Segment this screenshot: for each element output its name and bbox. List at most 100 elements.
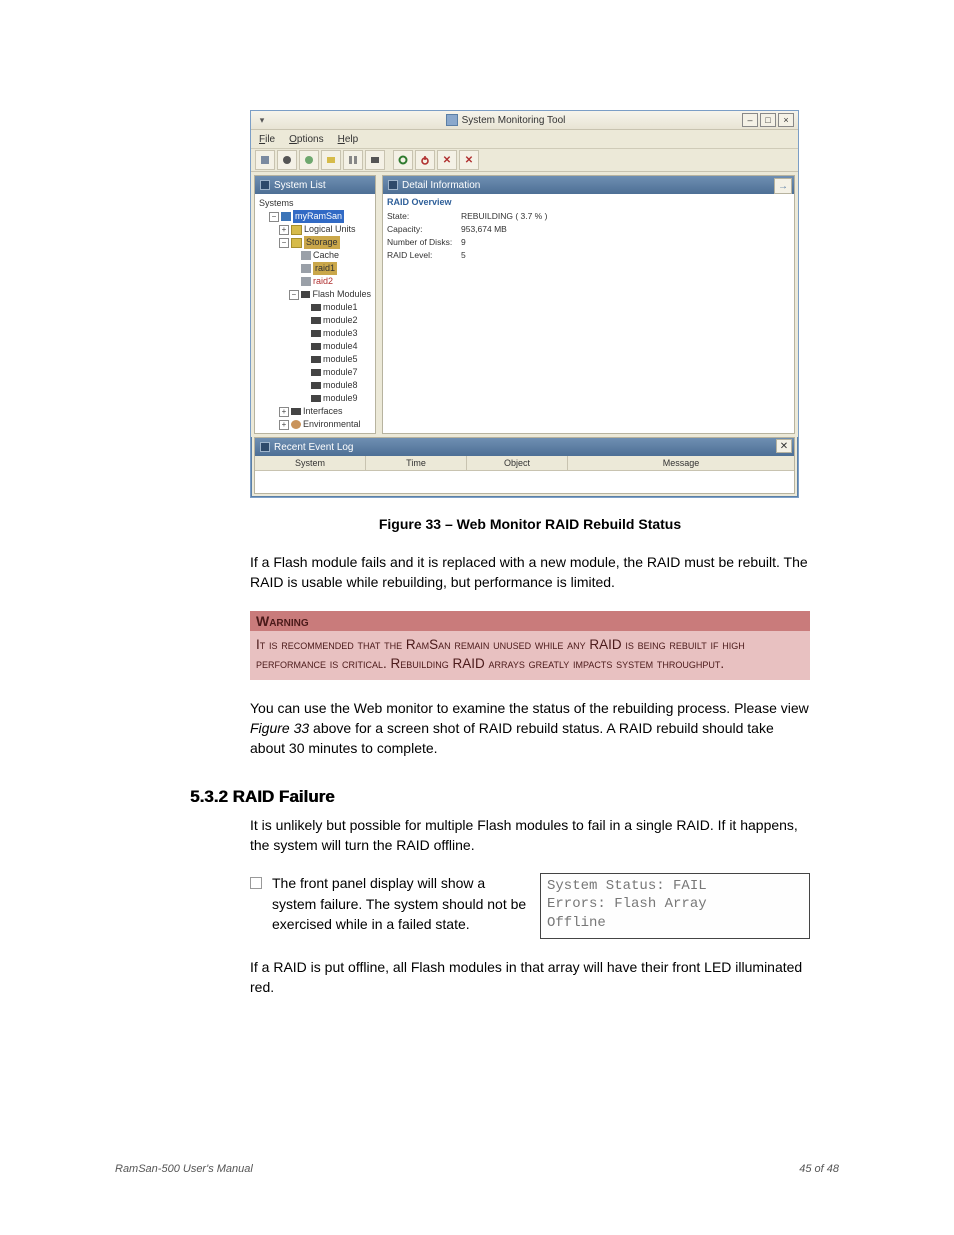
tree-module[interactable]: module4 — [323, 340, 358, 353]
toolbar-power-icon[interactable] — [415, 150, 435, 170]
tree-raid1[interactable]: raid1 — [313, 262, 337, 275]
kv-key: Number of Disks: — [387, 236, 461, 249]
module-icon — [311, 330, 321, 337]
menu-help[interactable]: Help — [338, 134, 359, 145]
col-system[interactable]: System — [255, 456, 366, 470]
raid-overview-heading: RAID Overview — [387, 197, 790, 207]
toolbar-btn-6[interactable] — [365, 150, 385, 170]
event-log-columns: System Time Object Message — [255, 456, 794, 471]
close-button[interactable]: × — [778, 113, 794, 127]
kv-val: 5 — [461, 249, 466, 262]
paragraph: You can use the Web monitor to examine t… — [250, 698, 810, 759]
list-item-text: The front panel display will show a syst… — [272, 873, 528, 939]
footer-left: RamSan-500 User's Manual — [115, 1163, 253, 1175]
chevron-down-icon[interactable]: ▾ — [255, 115, 269, 126]
tree-mgmt[interactable]: Management — [303, 431, 356, 433]
tree-cache[interactable]: Cache — [313, 249, 339, 262]
col-object[interactable]: Object — [467, 456, 568, 470]
detail-panel: Detail Information → RAID Overview State… — [382, 175, 795, 434]
detail-header: Detail Information — [402, 180, 480, 191]
kv-val: 9 — [461, 236, 466, 249]
tree-module[interactable]: module7 — [323, 366, 358, 379]
kv-val: 953,674 MB — [461, 223, 507, 236]
module-icon — [311, 343, 321, 350]
system-list-panel: System List Systems −myRamSan +Logical U… — [254, 175, 376, 434]
module-icon — [311, 382, 321, 389]
event-log-panel: Recent Event Log ✕ System Time Object Me… — [254, 437, 795, 494]
panel-icon — [260, 442, 270, 452]
folder-icon — [291, 238, 302, 248]
tree-module[interactable]: module3 — [323, 327, 358, 340]
tree-module[interactable]: module1 — [323, 301, 358, 314]
tree-raid2[interactable]: raid2 — [313, 275, 333, 288]
tree-flash[interactable]: Flash Modules — [312, 288, 371, 301]
warning-body: It is recommended that the RamSan remain… — [250, 631, 810, 680]
window-title: System Monitoring Tool — [462, 115, 566, 126]
toolbar-btn-5[interactable] — [343, 150, 363, 170]
kv-key: Capacity: — [387, 223, 461, 236]
tree-module[interactable]: module9 — [323, 392, 358, 405]
app-window: ▾ System Monitoring Tool – □ × File Opti… — [250, 110, 799, 498]
interfaces-icon — [291, 408, 301, 415]
warning-heading: Warning — [250, 611, 810, 631]
minimize-button[interactable]: – — [742, 113, 758, 127]
cache-icon — [301, 251, 311, 260]
system-icon — [281, 212, 291, 221]
system-list-label: System List — [274, 180, 326, 191]
maximize-button[interactable]: □ — [760, 113, 776, 127]
section-heading: 5.3.2 RAID Failure — [190, 787, 335, 806]
module-icon — [311, 356, 321, 363]
tree-interfaces[interactable]: Interfaces — [303, 405, 343, 418]
kv-key: State: — [387, 210, 461, 223]
raid-icon — [301, 277, 311, 286]
tree-logical[interactable]: Logical Units — [304, 223, 356, 236]
event-log-title: Recent Event Log — [274, 442, 354, 453]
tree-root: Systems — [259, 197, 294, 210]
toolbar-x1-icon[interactable]: ✕ — [437, 150, 457, 170]
tree-system[interactable]: myRamSan — [293, 210, 344, 223]
tree-env[interactable]: Environmental — [303, 418, 361, 431]
toolbar-btn-2[interactable] — [277, 150, 297, 170]
event-log-body — [255, 471, 794, 493]
toolbar-x2-icon[interactable]: ✕ — [459, 150, 479, 170]
tree-module[interactable]: module5 — [323, 353, 358, 366]
col-time[interactable]: Time — [366, 456, 467, 470]
menubar: File Options Help — [251, 130, 798, 149]
status-display-box: System Status: FAIL Errors: Flash Array … — [540, 873, 810, 939]
tree-module[interactable]: module2 — [323, 314, 358, 327]
system-tree[interactable]: Systems −myRamSan +Logical Units −Storag… — [259, 197, 371, 433]
panel-icon — [260, 180, 270, 190]
kv-key: RAID Level: — [387, 249, 461, 262]
module-icon — [311, 304, 321, 311]
titlebar: ▾ System Monitoring Tool – □ × — [251, 111, 798, 130]
panel-icon — [388, 180, 398, 190]
menu-file[interactable]: File — [259, 134, 275, 145]
list-bullet-icon — [250, 877, 262, 889]
figure-caption: Figure 33 – Web Monitor RAID Rebuild Sta… — [250, 516, 810, 532]
module-icon — [311, 369, 321, 376]
env-icon — [291, 420, 301, 429]
figure-reference: Figure 33 — [250, 720, 309, 736]
toolbar-refresh-icon[interactable] — [393, 150, 413, 170]
toolbar-btn-3[interactable] — [299, 150, 319, 170]
kv-val: REBUILDING ( 3.7 % ) — [461, 210, 547, 223]
module-icon — [301, 291, 311, 298]
toolbar-btn-4[interactable] — [321, 150, 341, 170]
module-icon — [311, 395, 321, 402]
raid-icon — [301, 264, 311, 273]
menu-options[interactable]: Options — [289, 134, 323, 145]
toolbar-btn-1[interactable] — [255, 150, 275, 170]
close-icon[interactable]: ✕ — [776, 439, 792, 453]
paragraph: If a RAID is put offline, all Flash modu… — [250, 957, 810, 998]
col-message[interactable]: Message — [568, 456, 794, 470]
arrow-right-icon[interactable]: → — [774, 178, 792, 194]
paragraph: It is unlikely but possible for multiple… — [250, 815, 810, 856]
tree-module[interactable]: module8 — [323, 379, 358, 392]
footer-right: 45 of 48 — [799, 1163, 839, 1175]
app-icon — [446, 114, 458, 126]
toolbar: ✕ ✕ — [251, 149, 798, 172]
module-icon — [311, 317, 321, 324]
paragraph: If a Flash module fails and it is replac… — [250, 552, 810, 593]
folder-icon — [291, 225, 302, 235]
tree-storage[interactable]: Storage — [304, 236, 340, 249]
